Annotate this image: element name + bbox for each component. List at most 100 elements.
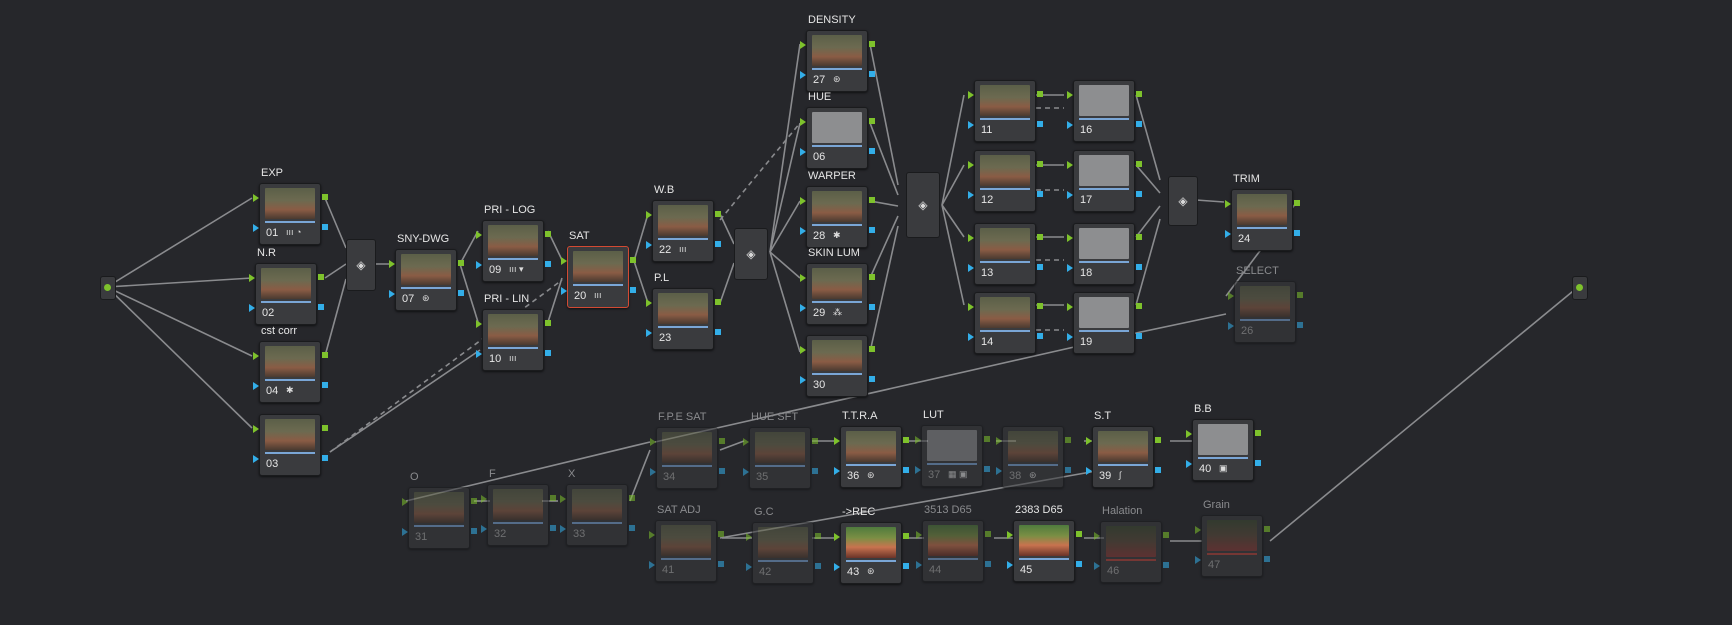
node-output-rgb[interactable] [550,495,556,501]
node-input-key[interactable] [476,261,482,269]
node-output-rgb[interactable] [629,495,635,501]
node-input-key[interactable] [1186,460,1192,468]
node-26[interactable]: 26 [1228,281,1303,343]
node-input-rgb[interactable] [800,274,806,282]
layer-mixer-4[interactable]: ◈ [1168,176,1198,226]
node-output-key[interactable] [322,455,328,461]
node-output-key[interactable] [1037,121,1043,127]
source-output-dot[interactable] [104,284,111,291]
node-output-rgb[interactable] [1163,532,1169,538]
node-output-rgb[interactable] [869,118,875,124]
node-output-key[interactable] [1136,264,1142,270]
node-09[interactable]: 09 ııı ▾ [476,220,551,282]
node-output-key[interactable] [1163,562,1169,568]
node-input-key[interactable] [968,121,974,129]
node-output-key[interactable] [984,466,990,472]
node-input-key[interactable] [561,287,567,295]
source-node[interactable] [100,276,116,300]
node-input-key[interactable] [389,290,395,298]
node-input-key[interactable] [800,376,806,384]
node-output-rgb[interactable] [1065,437,1071,443]
node-output-rgb[interactable] [1297,292,1303,298]
node-output-key[interactable] [1294,230,1300,236]
node-input-key[interactable] [649,561,655,569]
node-14[interactable]: 14 [968,292,1043,354]
node-input-rgb[interactable] [481,495,487,503]
node-30[interactable]: 30 [800,335,875,397]
node-02[interactable]: 02 [249,263,324,325]
node-input-rgb[interactable] [834,533,840,541]
node-36[interactable]: 36 ⊛ [834,426,909,488]
node-output-rgb[interactable] [985,531,991,537]
node-input-rgb[interactable] [476,231,482,239]
node-input-key[interactable] [834,563,840,571]
node-input-key[interactable] [800,71,806,79]
node-output-key[interactable] [1065,467,1071,473]
node-output-rgb[interactable] [1037,234,1043,240]
node-input-rgb[interactable] [646,211,652,219]
node-output-rgb[interactable] [1255,430,1261,436]
node-output-key[interactable] [630,287,636,293]
node-input-rgb[interactable] [1067,234,1073,242]
node-output-key[interactable] [1037,191,1043,197]
node-output-rgb[interactable] [815,533,821,539]
node-output-key[interactable] [869,304,875,310]
node-input-key[interactable] [1094,562,1100,570]
node-output-rgb[interactable] [1037,161,1043,167]
node-input-rgb[interactable] [1007,531,1013,539]
node-07[interactable]: 07 ⊛ [389,249,464,311]
node-input-rgb[interactable] [1067,303,1073,311]
node-11[interactable]: 11 [968,80,1043,142]
node-input-rgb[interactable] [968,91,974,99]
node-input-key[interactable] [253,224,259,232]
node-output-key[interactable] [985,561,991,567]
node-output-key[interactable] [1297,322,1303,328]
node-output-key[interactable] [718,561,724,567]
node-output-key[interactable] [1136,191,1142,197]
node-input-rgb[interactable] [800,197,806,205]
node-input-key[interactable] [968,333,974,341]
node-input-key[interactable] [834,467,840,475]
node-03[interactable]: 03 [253,414,328,476]
node-input-rgb[interactable] [916,531,922,539]
node-output-rgb[interactable] [318,274,324,280]
node-16[interactable]: 16 [1067,80,1142,142]
node-input-key[interactable] [253,382,259,390]
node-input-rgb[interactable] [746,533,752,541]
node-input-rgb[interactable] [402,498,408,506]
node-output-key[interactable] [903,563,909,569]
node-input-key[interactable] [650,468,656,476]
node-output-rgb[interactable] [718,531,724,537]
node-output-key[interactable] [1037,264,1043,270]
node-input-rgb[interactable] [915,436,921,444]
node-output-key[interactable] [719,468,725,474]
node-input-rgb[interactable] [743,438,749,446]
node-output-key[interactable] [322,382,328,388]
node-input-rgb[interactable] [800,346,806,354]
node-input-rgb[interactable] [646,299,652,307]
node-38[interactable]: 38 ⊛ [996,426,1071,488]
node-01[interactable]: 01 ııı ◔ [253,183,328,245]
node-output-rgb[interactable] [630,257,636,263]
node-input-rgb[interactable] [996,437,1002,445]
node-input-rgb[interactable] [253,425,259,433]
node-input-rgb[interactable] [968,234,974,242]
node-output-key[interactable] [869,376,875,382]
node-output-rgb[interactable] [1136,161,1142,167]
node-input-rgb[interactable] [1067,91,1073,99]
node-input-rgb[interactable] [1195,526,1201,534]
node-18[interactable]: 18 [1067,223,1142,285]
node-34[interactable]: 34 [650,427,725,489]
node-output-key[interactable] [1155,467,1161,473]
node-42[interactable]: 42 [746,522,821,584]
node-35[interactable]: 35 [743,427,818,489]
node-input-rgb[interactable] [968,303,974,311]
node-input-key[interactable] [481,525,487,533]
node-input-key[interactable] [1086,467,1092,475]
node-output-key[interactable] [1136,121,1142,127]
node-17[interactable]: 17 [1067,150,1142,212]
node-output-rgb[interactable] [903,533,909,539]
node-23[interactable]: 23 [646,288,721,350]
node-input-key[interactable] [402,528,408,536]
layer-mixer-2[interactable]: ◈ [734,228,768,280]
